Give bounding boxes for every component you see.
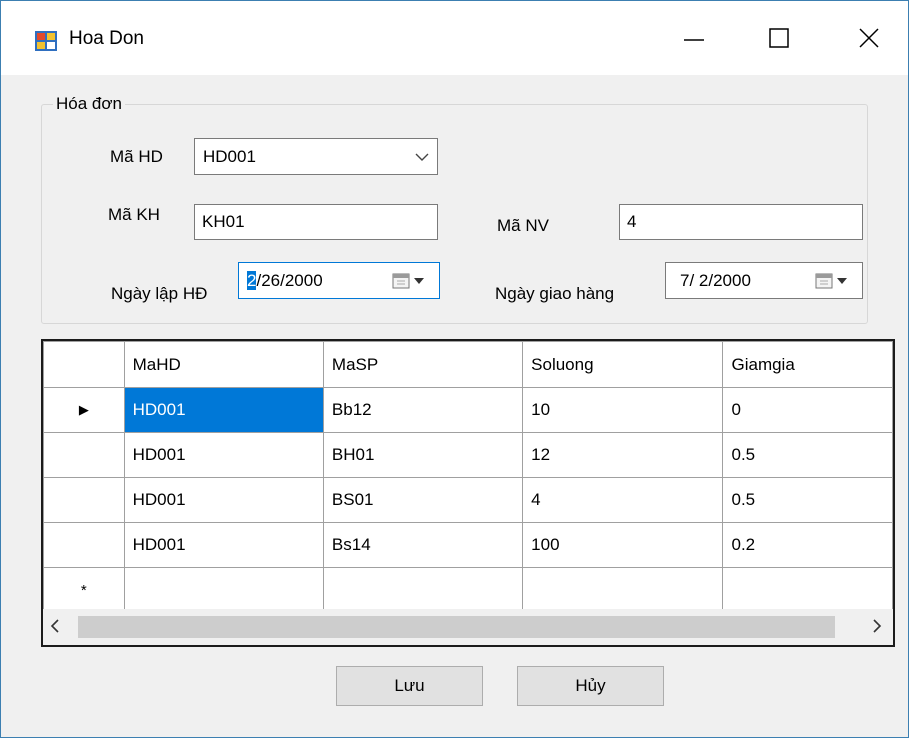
table-row[interactable]: HD001 BS01 4 0.5 [43,477,893,523]
scrollbar-thumb[interactable] [78,616,835,638]
table-row[interactable]: HD001 BH01 12 0.5 [43,432,893,478]
calendar-dropdown-icon[interactable] [391,272,431,290]
title-bar[interactable]: Hoa Don [1,1,908,75]
new-row[interactable]: * [43,567,893,613]
row-header[interactable] [43,522,125,568]
row-header[interactable] [43,477,125,523]
ma-nv-field[interactable] [620,205,862,239]
table-cell[interactable]: 0 [722,387,893,433]
ngay-lap-rest: /26/2000 [256,271,323,290]
window-title: Hoa Don [69,28,144,49]
table-cell[interactable]: 10 [522,387,724,433]
table-cell[interactable] [522,567,724,613]
save-button[interactable]: Lưu [336,666,483,706]
column-header-giamgia[interactable]: Giamgia [722,341,893,388]
table-cell[interactable]: 12 [522,432,724,478]
table-cell[interactable]: BH01 [322,432,524,478]
table-cell[interactable] [123,567,324,613]
maximize-button[interactable] [749,13,809,63]
ngay-giao-datepicker[interactable]: 7/ 2/2000 [665,262,863,299]
ngay-lap-value: 2/26/2000 [247,271,323,291]
table-cell[interactable]: HD001 [123,387,324,433]
table-cell[interactable]: 0.5 [722,432,893,478]
table-cell[interactable]: 0.5 [722,477,893,523]
horizontal-scrollbar[interactable] [43,609,893,645]
table-cell[interactable]: HD001 [123,522,324,568]
grid-table: MaHD MaSP Soluong Giamgia ▶ HD001 Bb12 1… [43,341,893,613]
ngay-lap-label: Ngày lập HĐ [111,284,208,303]
minimize-icon [684,39,704,41]
new-row-indicator-icon[interactable]: * [43,567,125,613]
ngay-giao-value: 7/ 2/2000 [680,271,751,290]
column-header-soluong[interactable]: Soluong [522,341,724,388]
ma-hd-value: HD001 [203,147,256,166]
table-cell[interactable]: 0.2 [722,522,893,568]
close-button[interactable] [839,13,899,63]
ngay-lap-datepicker[interactable]: 2/26/2000 [238,262,440,299]
ma-nv-label: Mã NV [497,216,549,235]
table-cell[interactable]: BS01 [322,477,524,523]
invoice-detail-grid[interactable]: MaHD MaSP Soluong Giamgia ▶ HD001 Bb12 1… [41,339,895,647]
table-cell[interactable] [322,567,524,613]
table-row[interactable]: HD001 Bs14 100 0.2 [43,522,893,568]
ma-kh-field[interactable] [195,205,437,239]
table-cell[interactable] [722,567,893,613]
scroll-right-icon[interactable] [871,618,883,634]
table-cell[interactable]: 100 [522,522,724,568]
chevron-down-icon[interactable] [415,152,429,162]
calendar-dropdown-icon[interactable] [814,272,854,290]
maximize-icon [769,28,789,48]
ngay-giao-label: Ngày giao hàng [495,284,615,303]
ma-nv-field-box[interactable] [619,204,863,240]
ma-kh-label: Mã KH [108,205,160,224]
current-row-indicator-icon[interactable]: ▶ [43,387,125,433]
ma-hd-combobox[interactable]: HD001 [194,138,438,175]
table-row[interactable]: ▶ HD001 Bb12 10 0 [43,387,893,433]
table-cell[interactable]: Bb12 [322,387,524,433]
app-form-icon [35,31,57,51]
ma-hd-label: Mã HD [110,147,163,166]
invoice-group-label: Hóa đơn [53,94,125,114]
table-cell[interactable]: Bs14 [322,522,524,568]
scroll-left-icon[interactable] [49,618,61,634]
row-header-corner[interactable] [43,341,125,388]
table-cell[interactable]: HD001 [123,432,324,478]
table-cell[interactable]: HD001 [123,477,324,523]
ma-kh-field-box[interactable] [194,204,438,240]
row-header[interactable] [43,432,125,478]
hoa-don-window: Hoa Don Hóa đơn Mã HD HD001 Mã KH M [0,0,909,738]
cancel-button[interactable]: Hủy [517,666,664,706]
grid-header-row: MaHD MaSP Soluong Giamgia [43,341,893,388]
table-cell[interactable]: 4 [522,477,724,523]
column-header-masp[interactable]: MaSP [322,341,524,388]
close-icon [859,28,879,48]
minimize-button[interactable] [664,13,724,63]
column-header-mahd[interactable]: MaHD [123,341,324,388]
